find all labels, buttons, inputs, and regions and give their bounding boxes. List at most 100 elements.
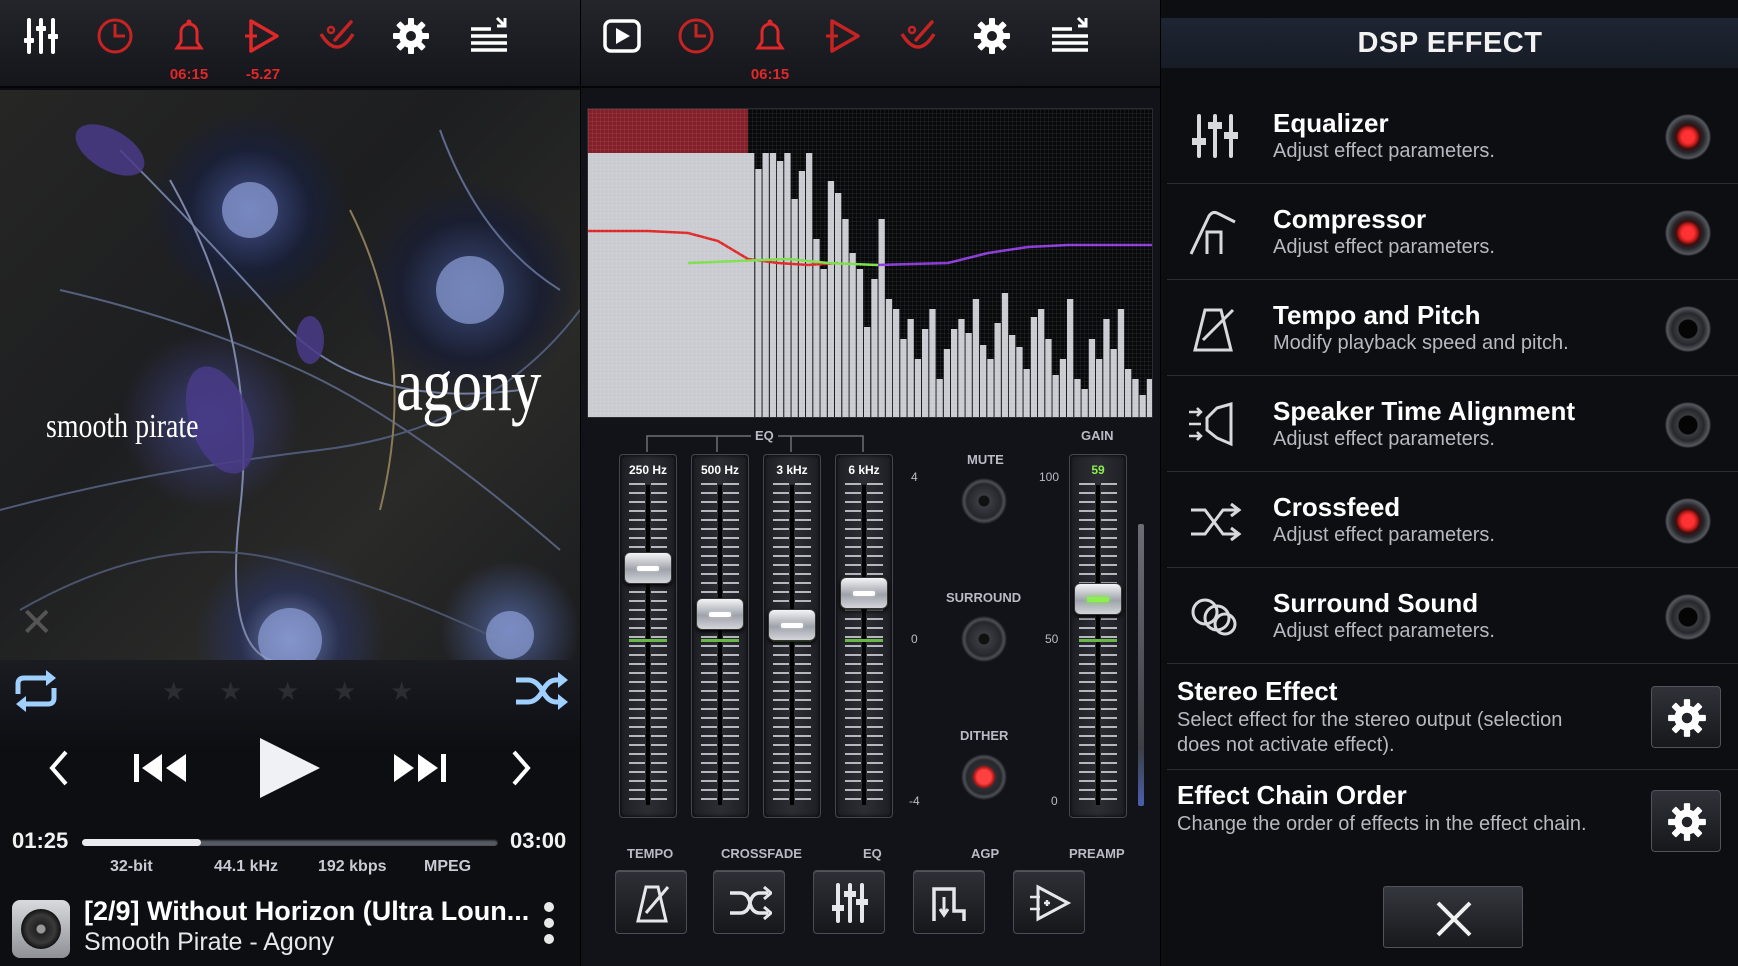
eq-button[interactable] xyxy=(813,870,885,934)
playlist-button[interactable] xyxy=(1041,12,1099,74)
eq-fader[interactable]: 250 Hz xyxy=(619,454,677,818)
effect-title: Tempo and Pitch xyxy=(1273,300,1481,330)
agp-button[interactable] xyxy=(913,870,985,934)
bitrate: 192 kbps xyxy=(318,858,387,875)
effects-button[interactable] xyxy=(308,12,366,74)
eq-scale-top: 4 xyxy=(911,470,918,484)
playlist-button[interactable] xyxy=(460,12,518,74)
settings-button[interactable] xyxy=(382,12,440,74)
effect-toggle[interactable] xyxy=(1665,402,1711,448)
gain-zero-line xyxy=(1079,639,1117,642)
stereo-settings-button[interactable] xyxy=(1651,686,1721,748)
eq-scale-bottom: -4 xyxy=(909,794,920,808)
album-thumbnail[interactable] xyxy=(12,900,70,958)
mute-knob[interactable] xyxy=(961,478,1007,524)
repeat-button[interactable] xyxy=(10,670,62,717)
album-art[interactable]: agony smooth pirate ✕ xyxy=(0,90,580,660)
eq-fader[interactable]: 3 kHz xyxy=(763,454,821,818)
surround-knob[interactable] xyxy=(961,616,1007,662)
next-track-button[interactable] xyxy=(392,750,448,791)
effect-row[interactable]: Speaker Time Alignment Adjust effect para… xyxy=(1167,376,1738,472)
gain-fader-knob[interactable] xyxy=(1074,583,1122,616)
chain-settings-button[interactable] xyxy=(1651,790,1721,852)
skip-back-icon xyxy=(134,754,186,782)
bowl-icon xyxy=(319,20,355,49)
sleep-timer-button[interactable] xyxy=(667,12,725,74)
crossfade-button[interactable] xyxy=(713,870,785,934)
gain-scale-mid: 50 xyxy=(1045,632,1059,646)
gear-icon xyxy=(974,18,1010,54)
effect-title: Surround Sound xyxy=(1273,588,1479,618)
effect-toggle[interactable] xyxy=(1665,594,1711,640)
eq-group-label: EQ xyxy=(751,428,778,443)
eq-band-label: 6 kHz xyxy=(848,463,880,477)
next-page-button[interactable] xyxy=(510,748,534,793)
shuffle-icon xyxy=(516,672,568,710)
previous-track-button[interactable] xyxy=(132,750,188,791)
effect-toggle[interactable] xyxy=(1665,498,1711,544)
effect-desc: Modify playback speed and pitch. xyxy=(1273,332,1569,354)
gain-fader[interactable]: 59 xyxy=(1069,454,1127,818)
play-speed-icon xyxy=(245,19,279,53)
effect-chain-title: Effect Chain Order xyxy=(1177,780,1407,810)
art-close-icon[interactable]: ✕ xyxy=(20,600,54,646)
speed-button[interactable]: -5.27 xyxy=(234,12,292,83)
tempo-button[interactable] xyxy=(615,870,687,934)
gear-icon xyxy=(1668,803,1706,841)
track-artist-album: Smooth Pirate - Agony xyxy=(84,928,335,956)
effect-title: Compressor xyxy=(1273,204,1427,234)
eq-fader-knob[interactable] xyxy=(696,598,744,631)
effect-row[interactable]: Compressor Adjust effect parameters. xyxy=(1167,184,1738,280)
speed-button[interactable] xyxy=(815,12,873,74)
effect-row[interactable]: Surround Sound Adjust effect parameters. xyxy=(1167,568,1738,664)
seek-bar[interactable] xyxy=(82,839,498,846)
bell-icon xyxy=(174,19,204,50)
mixer-toolbar: 06:15 xyxy=(581,0,1160,88)
close-button[interactable] xyxy=(1383,886,1523,948)
shuffle-button[interactable] xyxy=(514,670,570,717)
effect-chain-row[interactable]: Effect Chain Order Change the order of e… xyxy=(1167,770,1738,874)
sleep-timer-button[interactable] xyxy=(86,12,144,74)
play-button[interactable] xyxy=(256,736,322,805)
effect-toggle[interactable] xyxy=(1665,114,1711,160)
dither-knob[interactable] xyxy=(961,754,1007,800)
previous-page-button[interactable] xyxy=(46,748,70,793)
effect-row[interactable]: Crossfeed Adjust effect parameters. xyxy=(1167,472,1738,568)
player-toolbar: 06:15 -5.27 xyxy=(0,0,580,88)
rating-star[interactable]: ★ xyxy=(276,676,299,707)
eq-fader-knob[interactable] xyxy=(840,577,888,610)
skip-forward-icon xyxy=(394,754,446,782)
player-view-button[interactable] xyxy=(593,12,651,74)
now-playing-bar[interactable]: [2/9] Without Horizon (Ultra Loun... Smo… xyxy=(0,886,580,966)
alarm-button[interactable]: 06:15 xyxy=(741,12,799,83)
alarm-button[interactable]: 06:15 xyxy=(160,12,218,83)
rating-star[interactable]: ★ xyxy=(219,676,242,707)
clock-icon xyxy=(678,18,714,54)
effect-row[interactable]: Equalizer Adjust effect parameters. xyxy=(1167,88,1738,184)
stereo-effect-row[interactable]: Stereo Effect Select effect for the ster… xyxy=(1167,666,1738,770)
settings-button[interactable] xyxy=(963,12,1021,74)
eq-fader-knob[interactable] xyxy=(624,552,672,585)
effect-row[interactable]: Tempo and Pitch Modify playback speed and… xyxy=(1167,280,1738,376)
rating-star[interactable]: ★ xyxy=(390,676,413,707)
eq-band-label: 250 Hz xyxy=(628,463,668,477)
effect-toggle[interactable] xyxy=(1665,306,1711,352)
preamp-button[interactable] xyxy=(1013,870,1085,934)
effect-toggle[interactable] xyxy=(1665,210,1711,256)
gain-label: GAIN xyxy=(1081,428,1114,443)
rating-star[interactable]: ★ xyxy=(162,676,185,707)
play-icon xyxy=(260,738,320,798)
rating-star[interactable]: ★ xyxy=(333,676,356,707)
play-box-icon xyxy=(603,19,641,53)
eq-fader-knob[interactable] xyxy=(768,609,816,641)
eq-fader[interactable]: 500 Hz xyxy=(691,454,749,818)
player-controls: ★ ★ ★ ★ ★ 01:25 03:00 32-bit 44.1 kHz 192 kb… xyxy=(0,660,580,966)
more-options-icon[interactable] xyxy=(542,902,556,948)
clock-icon xyxy=(97,18,133,54)
speed-value: -5.27 xyxy=(245,66,281,83)
mixer-button[interactable] xyxy=(12,12,70,74)
eq-fader[interactable]: 6 kHz xyxy=(835,454,893,818)
crossfade-label: CROSSFADE xyxy=(721,846,802,861)
eq-band-label: 3 kHz xyxy=(776,463,808,477)
effects-button[interactable] xyxy=(889,12,947,74)
